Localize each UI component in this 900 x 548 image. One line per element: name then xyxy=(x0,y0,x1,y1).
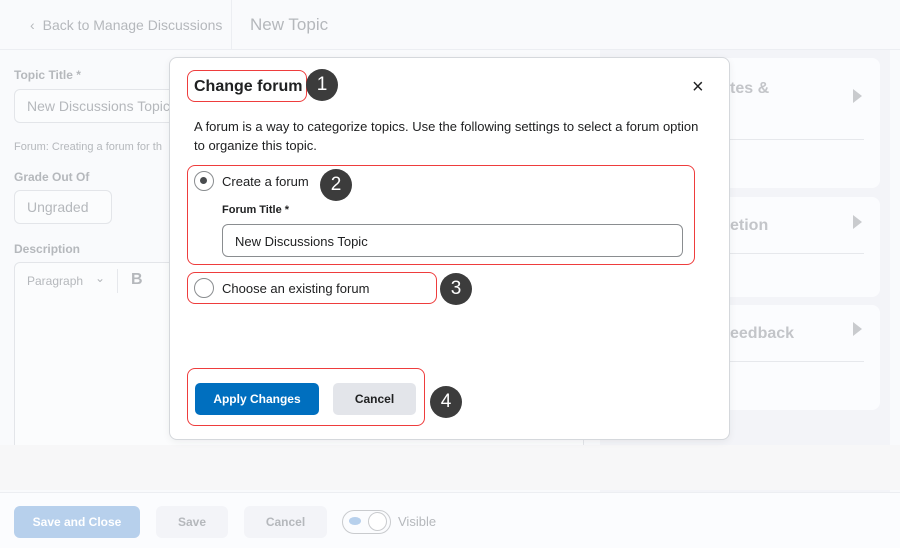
existing-forum-label[interactable]: Choose an existing forum xyxy=(222,281,369,296)
grade-input[interactable]: Ungraded xyxy=(14,190,112,224)
card-title: etion xyxy=(730,217,769,234)
chevron-left-icon: ‹ xyxy=(30,17,35,33)
forum-note: Forum: Creating a forum for th xyxy=(14,141,162,153)
bold-button[interactable]: B xyxy=(131,271,143,289)
create-forum-radio[interactable] xyxy=(194,171,214,191)
topic-title-label: Topic Title * xyxy=(14,68,81,82)
header: ‹ Back to Manage Discussions New Topic xyxy=(0,0,900,50)
forum-title-input[interactable]: New Discussions Topic xyxy=(222,224,683,257)
eye-icon xyxy=(349,517,361,525)
visibility-label: Visible xyxy=(398,514,437,529)
cancel-button[interactable]: Cancel xyxy=(333,383,416,415)
grade-label: Grade Out Of xyxy=(14,170,90,184)
footer: Save and Close Save Cancel Visible xyxy=(0,492,900,548)
annotation-badge: 1 xyxy=(306,69,338,101)
save-button[interactable]: Save xyxy=(156,506,228,538)
card-title: tes & xyxy=(730,80,770,97)
triangle-right-icon xyxy=(853,322,862,336)
description-label: Description xyxy=(14,242,81,256)
divider xyxy=(730,139,864,140)
dialog-description: A forum is a way to categorize topics. U… xyxy=(194,119,699,134)
annotation-badge: 4 xyxy=(430,386,462,418)
forum-title-label: Forum Title * xyxy=(222,204,290,216)
card-title: eedback xyxy=(730,325,795,342)
radio-dot xyxy=(200,177,207,184)
back-link[interactable]: ‹ Back to Manage Discussions xyxy=(30,17,222,33)
cancel-button[interactable]: Cancel xyxy=(244,506,327,538)
triangle-right-icon xyxy=(853,89,862,103)
divider xyxy=(730,361,864,362)
backdrop xyxy=(0,445,900,490)
divider xyxy=(117,269,118,293)
format-select[interactable]: Paragraph xyxy=(27,274,83,288)
chevron-down-icon: ⌄ xyxy=(95,271,106,285)
dialog-description: to organize this topic. xyxy=(194,138,317,153)
create-forum-label[interactable]: Create a forum xyxy=(222,174,309,189)
divider xyxy=(231,0,232,50)
annotation-badge: 3 xyxy=(440,273,472,305)
change-forum-dialog: Change forum 1 × A forum is a way to cat… xyxy=(169,57,730,440)
page-title: New Topic xyxy=(250,15,329,34)
existing-forum-radio[interactable] xyxy=(194,278,214,298)
close-icon[interactable]: × xyxy=(692,76,704,99)
annotation-badge: 2 xyxy=(320,169,352,201)
divider xyxy=(730,253,864,254)
apply-changes-button[interactable]: Apply Changes xyxy=(195,383,319,415)
triangle-right-icon xyxy=(853,215,862,229)
visibility-toggle[interactable] xyxy=(342,510,391,534)
toggle-knob xyxy=(368,512,387,531)
save-and-close-button[interactable]: Save and Close xyxy=(14,506,140,538)
dialog-title: Change forum xyxy=(194,78,303,95)
